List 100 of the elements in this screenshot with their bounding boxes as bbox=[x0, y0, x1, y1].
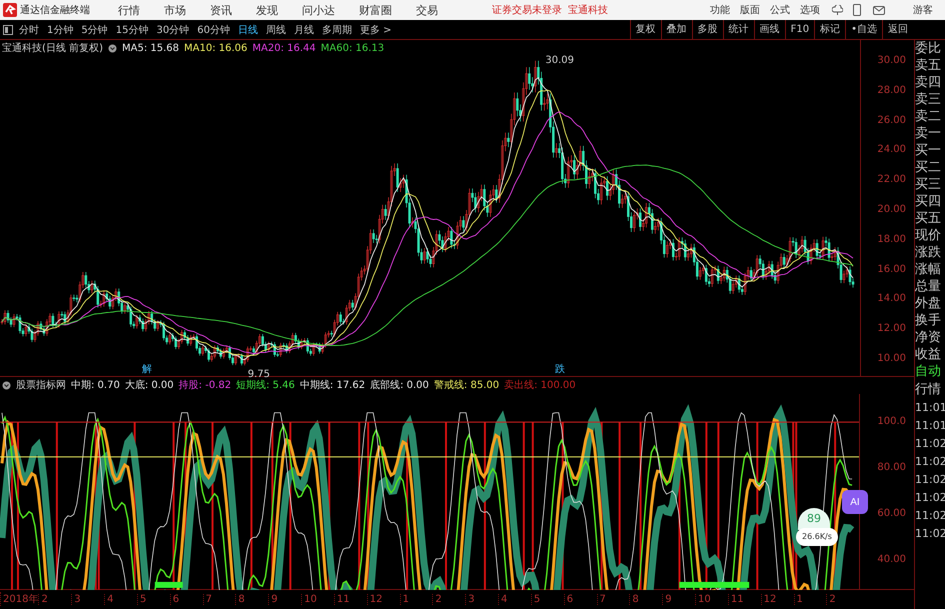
quote-field-label: 买四 bbox=[915, 193, 942, 210]
moving-average-label: MA10: 16.06 bbox=[184, 42, 248, 54]
cloud-icon[interactable] bbox=[832, 4, 843, 16]
settings-icon[interactable] bbox=[108, 44, 117, 52]
quote-field-label: 收益 bbox=[915, 346, 942, 363]
toolbar-button[interactable]: 返回 bbox=[882, 20, 913, 39]
time-axis-label: 8 bbox=[629, 594, 662, 605]
sidebar-tab[interactable]: 行情 bbox=[915, 381, 945, 399]
period-tab[interactable]: 30分钟 bbox=[156, 22, 190, 36]
toolbar-button[interactable]: 统计 bbox=[722, 20, 754, 39]
user-name[interactable]: 游客 bbox=[913, 3, 933, 17]
indicator-value: 卖出线: 100.00 bbox=[504, 378, 576, 392]
time-axis-label: 10 bbox=[695, 594, 728, 605]
price-axis-label: 18.00 bbox=[877, 232, 907, 247]
price-axis-label: 26.00 bbox=[877, 114, 907, 128]
toolbar-button[interactable]: 多股 bbox=[692, 20, 723, 39]
price-axis-label: 28.00 bbox=[877, 84, 907, 98]
indicator-value: 大底: 0.00 bbox=[124, 378, 174, 392]
time-axis-label: 12 bbox=[760, 594, 794, 605]
period-tab[interactable]: 月线 bbox=[294, 22, 314, 36]
settings-icon[interactable] bbox=[2, 380, 11, 390]
phone-icon[interactable] bbox=[853, 4, 861, 16]
toolbar-button[interactable]: F10 bbox=[784, 20, 814, 39]
quote-field-label: 涨幅 bbox=[915, 261, 942, 278]
quote-field-label: 卖五 bbox=[915, 57, 942, 74]
time-axis-label: 11 bbox=[728, 594, 761, 605]
toolbar-button[interactable]: 叠加 bbox=[660, 20, 692, 39]
indicator-axis-label: 60.00 bbox=[877, 506, 907, 521]
price-axis-label: 30.00 bbox=[877, 54, 907, 68]
period-tab[interactable]: 5分钟 bbox=[81, 22, 108, 36]
bottom-signal-bar bbox=[679, 581, 750, 588]
indicator-value: 持股: -0.82 bbox=[178, 378, 232, 392]
toolbar-button[interactable]: 标记 bbox=[814, 20, 846, 39]
bottom-signal-bar bbox=[154, 581, 183, 588]
toolbar-button[interactable]: 复权 bbox=[630, 20, 661, 39]
time-axis-label: 9 bbox=[268, 594, 302, 605]
low-price-label: 9.75 bbox=[248, 369, 270, 380]
time-axis-label: 2 bbox=[826, 594, 860, 605]
period-tab[interactable]: 1分钟 bbox=[47, 22, 74, 36]
period-tab[interactable]: 多周期 bbox=[322, 22, 352, 36]
ai-button[interactable]: AI bbox=[842, 490, 868, 514]
price-axis-label: 16.00 bbox=[877, 262, 907, 277]
time-axis-label: 3 bbox=[465, 594, 498, 605]
indicator-axis-label: 40.00 bbox=[877, 552, 907, 567]
period-tab[interactable]: 周线 bbox=[266, 22, 286, 36]
quote-field-label: 卖一 bbox=[915, 125, 942, 142]
app-logo-icon bbox=[3, 3, 17, 17]
login-status[interactable]: 证券交易未登录 bbox=[492, 3, 562, 17]
quote-field-label: 买五 bbox=[915, 210, 942, 227]
period-tab[interactable]: 日线 bbox=[238, 22, 258, 36]
quote-field-label: 总量 bbox=[915, 278, 942, 295]
quote-field-label: 现价 bbox=[915, 227, 942, 244]
quote-field-label: 卖二 bbox=[915, 108, 942, 125]
sidebar-tab[interactable]: 自动 bbox=[915, 363, 945, 381]
tool-menu-item[interactable]: 公式 bbox=[770, 3, 790, 17]
period-tab[interactable]: 60分钟 bbox=[197, 22, 230, 36]
indicator-value: 警戒线: 85.00 bbox=[434, 378, 500, 392]
time-axis-label: 6 bbox=[564, 594, 597, 605]
period-tab[interactable]: 更多 > bbox=[360, 22, 392, 36]
price-axis-label: 12.00 bbox=[877, 322, 907, 336]
menu-item[interactable]: 问小达 bbox=[302, 2, 335, 18]
quote-field-label: 外盘 bbox=[915, 295, 942, 312]
price-axis-label: 20.00 bbox=[877, 202, 907, 217]
time-axis-label: 10 bbox=[301, 594, 334, 605]
time-axis-label: 11 bbox=[334, 594, 367, 605]
period-tab[interactable]: 15分钟 bbox=[116, 22, 148, 36]
time-axis-label: 3 bbox=[71, 594, 104, 605]
toolbar-button[interactable]: •自选 bbox=[845, 20, 882, 39]
chart-marker: 解 bbox=[142, 363, 152, 376]
menu-item[interactable]: 发现 bbox=[256, 2, 278, 18]
quote-field-label: 买一 bbox=[915, 142, 942, 159]
quote-field-label: 卖三 bbox=[915, 91, 942, 108]
quote-field-label: 买三 bbox=[915, 176, 942, 193]
price-axis-label: 10.00 bbox=[877, 352, 907, 366]
panel-toggle-icon[interactable] bbox=[3, 24, 13, 34]
moving-average-label: MA20: 16.44 bbox=[252, 42, 316, 54]
tool-menu-item[interactable]: 选项 bbox=[800, 3, 820, 17]
menu-item[interactable]: 行情 bbox=[118, 2, 140, 18]
mail-icon[interactable] bbox=[873, 6, 885, 14]
quote-field-label: 换手 bbox=[915, 312, 942, 329]
stock-link[interactable]: 宝通科技 bbox=[568, 3, 608, 17]
toolbar-button[interactable]: 画线 bbox=[754, 20, 785, 39]
moving-average-label: MA60: 16.13 bbox=[320, 42, 384, 54]
indicator-axis-label: 100.0 bbox=[877, 414, 907, 429]
menu-item[interactable]: 交易 bbox=[416, 2, 438, 18]
menu-item[interactable]: 资讯 bbox=[210, 2, 232, 18]
chart-title: 宝通科技(日线 前复权) bbox=[2, 42, 103, 55]
tool-menu-item[interactable]: 功能 bbox=[710, 3, 730, 17]
time-axis-label: 8 bbox=[235, 594, 268, 605]
tool-menu-item[interactable]: 版面 bbox=[740, 3, 760, 17]
time-axis-label: 5 bbox=[136, 594, 170, 605]
quote-field-label: 卖四 bbox=[915, 74, 942, 91]
time-axis-label: 12 bbox=[366, 594, 400, 605]
chart-marker: 跌 bbox=[555, 362, 565, 376]
moving-average-label: MA5: 15.68 bbox=[122, 42, 179, 54]
menu-item[interactable]: 市场 bbox=[164, 2, 186, 18]
menu-item[interactable]: 财富圈 bbox=[359, 2, 392, 18]
period-tab[interactable]: 分时 bbox=[19, 22, 39, 36]
quote-field-label: 买二 bbox=[915, 159, 942, 176]
time-axis-label: 2 bbox=[38, 594, 72, 605]
